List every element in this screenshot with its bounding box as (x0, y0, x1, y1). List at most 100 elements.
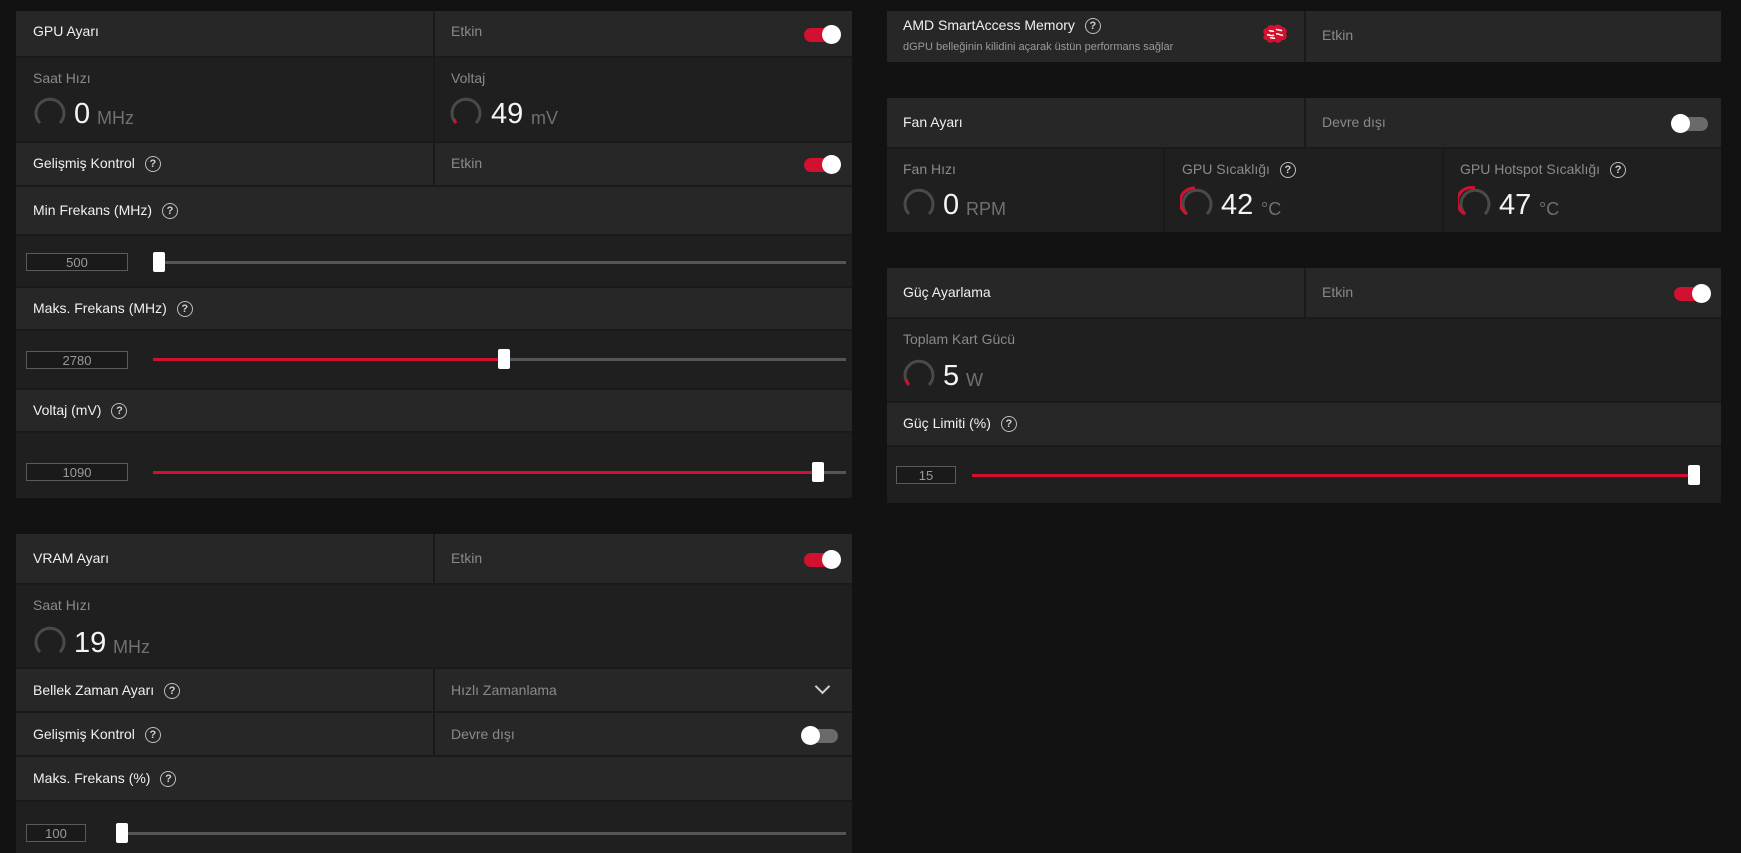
chevron-down-icon (814, 678, 831, 695)
help-icon[interactable]: ? (144, 156, 161, 173)
fan-speed-unit: RPM (966, 199, 1006, 219)
help-icon[interactable]: ? (1610, 162, 1627, 179)
power-limit-value-box[interactable]: 15 (896, 466, 956, 484)
min-freq-header: Min Frekans (MHz)? (16, 187, 852, 236)
sam-status: Etkin (1322, 27, 1354, 43)
gpu-clock-value: 0 (74, 98, 91, 130)
fan-speed-label: Fan Hızı (903, 161, 956, 177)
power-tuning-status: Etkin (1322, 284, 1354, 300)
voltage-slider-label: Voltaj (mV)? (33, 402, 128, 420)
gpu-tuning-toggle[interactable] (804, 25, 841, 44)
vram-tuning-card: VRAM Ayarı Etkin Saat Hızı 19 MHz Bellek… (16, 534, 852, 853)
sam-title: AMD SmartAccess Memory? (903, 17, 1101, 35)
vram-metrics-row: Saat Hızı 19 MHz (16, 585, 852, 669)
vram-advanced-status: Devre dışı (451, 726, 515, 742)
total-power-gauge-icon (903, 359, 935, 387)
vram-advanced-toggle[interactable] (801, 726, 838, 745)
slider-thumb[interactable] (116, 823, 128, 843)
power-tuning-title: Güç Ayarlama (903, 284, 991, 300)
voltage-value-box[interactable]: 1090 (26, 463, 128, 481)
vram-tuning-title: VRAM Ayarı (33, 550, 109, 566)
help-icon[interactable]: ? (1000, 416, 1017, 433)
gpu-clock-label: Saat Hızı (33, 70, 91, 86)
gpu-metrics-row: Saat Hızı 0 MHz Voltaj 49 mV (16, 58, 852, 143)
power-limit-slider[interactable] (972, 465, 1700, 485)
slider-fill (153, 358, 504, 361)
min-freq-slider[interactable] (153, 252, 846, 272)
power-limit-slider-row: 15 (887, 447, 1721, 503)
hotspot-temp-value: 47 (1499, 189, 1532, 221)
brain-icon (1263, 24, 1287, 43)
help-icon[interactable]: ? (1084, 18, 1101, 35)
vram-advanced-row: Gelişmiş Kontrol? Devre dışı (16, 713, 852, 757)
vram-tuning-toggle[interactable] (804, 550, 841, 569)
min-freq-value-box[interactable]: 500 (26, 253, 128, 271)
power-tuning-toggle[interactable] (1674, 284, 1711, 303)
memory-timing-dropdown[interactable]: Hızlı Zamanlama (435, 669, 852, 711)
fan-tuning-toggle[interactable] (1671, 114, 1708, 133)
help-icon[interactable]: ? (144, 727, 161, 744)
fan-speed-gauge-icon (903, 188, 935, 216)
fan-metrics-row: Fan Hızı 0 RPM GPU Sıcaklığı? 42 °C GPU … (887, 149, 1721, 232)
memory-timing-row: Bellek Zaman Ayarı? Hızlı Zamanlama (16, 669, 852, 713)
fan-tuning-status: Devre dışı (1322, 114, 1386, 130)
memory-timing-selected: Hızlı Zamanlama (451, 682, 557, 698)
min-freq-label: Min Frekans (MHz)? (33, 202, 179, 220)
max-freq-label: Maks. Frekans (MHz)? (33, 300, 193, 318)
hotspot-temp-label: GPU Hotspot Sıcaklığı? (1460, 161, 1627, 179)
gpu-temp-label: GPU Sıcaklığı? (1182, 161, 1296, 179)
fan-tuning-title: Fan Ayarı (903, 114, 963, 130)
total-power-unit: W (966, 370, 983, 390)
voltage-slider-row: 1090 (16, 433, 852, 498)
vram-max-freq-slider[interactable] (116, 823, 846, 843)
gpu-temp-unit: °C (1261, 199, 1282, 219)
slider-thumb[interactable] (153, 252, 165, 272)
gpu-clock-gauge-icon (34, 97, 66, 125)
vram-advanced-label: Gelişmiş Kontrol? (33, 726, 161, 744)
power-metrics-row: Toplam Kart Gücü 5 W (887, 319, 1721, 403)
hotspot-temp-unit: °C (1539, 199, 1560, 219)
gpu-advanced-toggle[interactable] (804, 155, 841, 174)
power-tuning-card: Güç Ayarlama Etkin Toplam Kart Gücü 5 W … (887, 268, 1721, 503)
total-power-value: 5 (943, 360, 960, 392)
gpu-temp-gauge-icon (1180, 186, 1213, 216)
gpu-advanced-row: Gelişmiş Kontrol? Etkin (16, 143, 852, 187)
max-freq-slider[interactable] (153, 349, 846, 369)
fan-tuning-card: Fan Ayarı Devre dışı Fan Hızı 0 RPM GPU … (887, 98, 1721, 232)
help-icon[interactable]: ? (160, 771, 177, 788)
voltage-header: Voltaj (mV)? (16, 390, 852, 433)
gpu-tuning-card: GPU Ayarı Etkin Saat Hızı 0 MHz Voltaj 4… (16, 11, 852, 498)
help-icon[interactable]: ? (1279, 162, 1296, 179)
power-tuning-header: Güç Ayarlama Etkin (887, 268, 1721, 319)
slider-thumb[interactable] (1688, 465, 1700, 485)
gpu-advanced-status: Etkin (451, 155, 483, 171)
vram-max-freq-header: Maks. Frekans (%)? (16, 757, 852, 802)
smart-access-memory-card: AMD SmartAccess Memory? dGPU belleğinin … (887, 11, 1721, 62)
vram-tuning-status: Etkin (451, 550, 483, 566)
help-icon[interactable]: ? (176, 301, 193, 318)
gpu-voltage-gauge-icon (450, 97, 482, 125)
slider-thumb[interactable] (812, 462, 824, 482)
power-limit-header: Güç Limiti (%)? (887, 403, 1721, 447)
vram-max-freq-value-box[interactable]: 100 (26, 824, 86, 842)
vram-clock-label: Saat Hızı (33, 597, 91, 613)
min-freq-slider-row: 500 (16, 236, 852, 288)
gpu-temp-value: 42 (1221, 189, 1254, 221)
slider-thumb[interactable] (498, 349, 510, 369)
gpu-clock-unit: MHz (97, 108, 134, 128)
help-icon[interactable]: ? (162, 203, 179, 220)
vram-max-freq-label: Maks. Frekans (%)? (33, 770, 177, 788)
gpu-tuning-title: GPU Ayarı (33, 23, 99, 39)
fan-tuning-header: Fan Ayarı Devre dışı (887, 98, 1721, 149)
max-freq-value-box[interactable]: 2780 (26, 351, 128, 369)
gpu-advanced-label: Gelişmiş Kontrol? (33, 155, 161, 173)
help-icon[interactable]: ? (164, 683, 181, 700)
help-icon[interactable]: ? (111, 403, 128, 420)
max-freq-slider-row: 2780 (16, 331, 852, 390)
sam-row: AMD SmartAccess Memory? dGPU belleğinin … (887, 11, 1721, 62)
vram-max-freq-slider-row: 100 (16, 802, 852, 853)
fan-speed-value: 0 (943, 189, 960, 221)
voltage-slider[interactable] (153, 462, 846, 482)
vram-clock-gauge-icon (34, 626, 66, 654)
memory-timing-label: Bellek Zaman Ayarı? (33, 682, 181, 700)
